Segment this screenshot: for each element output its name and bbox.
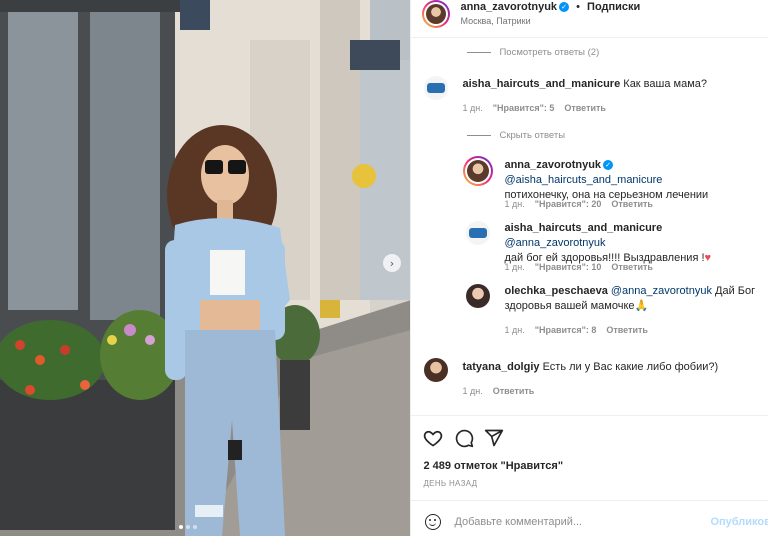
comment-likes[interactable]: "Нравится": 5: [493, 103, 555, 113]
comment-body: aisha_haircuts_and_manicure Как ваша мам…: [462, 77, 707, 92]
comment-username[interactable]: aisha_haircuts_and_manicure: [462, 78, 620, 90]
emoji-picker-icon[interactable]: [425, 514, 442, 530]
post-side-panel: anna_zavorotnyuk ✓ • Подписки Москва, Пат…: [410, 0, 768, 536]
author-username[interactable]: anna_zavorotnyuk: [460, 1, 557, 13]
post-date[interactable]: ДЕНЬ НАЗАД: [423, 479, 477, 488]
pray-emoji: 🙏: [634, 300, 649, 312]
comment-text: Как ваша мама?: [623, 78, 707, 90]
commenter-avatar[interactable]: [424, 76, 449, 100]
comment-bubble-icon[interactable]: [454, 428, 474, 448]
reply-avatar[interactable]: [466, 284, 491, 308]
reply-body: anna_zavorotnyuk ✓ @aisha_haircuts_and_ma…: [504, 158, 764, 203]
hide-replies-button[interactable]: Скрыть ответы: [467, 130, 565, 141]
author-avatar[interactable]: [422, 0, 451, 28]
reply-reply-button[interactable]: Ответить: [611, 199, 653, 209]
header-line: anna_zavorotnyuk ✓ • Подписки: [460, 1, 640, 13]
slide-dot: [186, 525, 190, 529]
reply-avatar[interactable]: [463, 156, 494, 186]
reply-mention[interactable]: @anna_zavorotnyuk: [504, 237, 605, 249]
comment-reply-button[interactable]: Ответить: [493, 386, 535, 396]
reply-time[interactable]: 1 дн.: [504, 325, 524, 335]
actions-divider: [411, 415, 768, 416]
slide-indicator: [179, 525, 197, 529]
reply-mention[interactable]: @aisha_haircuts_and_manicure: [504, 174, 662, 186]
separator: •: [576, 1, 580, 13]
reply-reply-button[interactable]: Ответить: [606, 325, 648, 335]
reply-username[interactable]: aisha_haircuts_and_manicure: [504, 222, 662, 234]
likes-count[interactable]: 2 489 отметок "Нравится": [423, 460, 563, 472]
reply-text-part1: Дай Бог: [715, 285, 756, 297]
hide-replies-label: Скрыть ответы: [499, 130, 566, 141]
reply-body: aisha_haircuts_and_manicure @anna_zavoro…: [504, 221, 764, 266]
comment-time[interactable]: 1 дн.: [462, 103, 482, 113]
comment-input[interactable]: Добавьте комментарий...: [454, 516, 582, 528]
publish-button[interactable]: Опубликов: [710, 516, 768, 528]
commenter-avatar[interactable]: [424, 358, 449, 382]
reply-username[interactable]: olechka_peschaeva: [504, 285, 607, 297]
location-link[interactable]: Москва, Патрики: [460, 16, 530, 26]
reply-likes[interactable]: "Нравится": 10: [535, 262, 602, 272]
post-photo[interactable]: ›: [0, 0, 411, 536]
slide-dot: [193, 525, 197, 529]
post-header: anna_zavorotnyuk ✓ • Подписки Москва, Пат…: [411, 0, 768, 36]
reply-likes[interactable]: "Нравится": 20: [535, 199, 602, 209]
slide-dot-active: [179, 525, 183, 529]
comment-body: tatyana_dolgiy Есть ли у Вас какие либо …: [462, 360, 718, 375]
view-replies-button[interactable]: Посмотреть ответы (2): [467, 47, 599, 58]
reply-meta: 1 дн. "Нравится": 20 Ответить: [504, 199, 652, 209]
comment-meta: 1 дн. "Нравится": 5 Ответить: [462, 103, 605, 113]
comment-meta: 1 дн. Ответить: [462, 386, 534, 396]
input-divider: [411, 500, 768, 501]
reply-text-part2: здоровья вашей мамочке: [504, 300, 635, 312]
photo-illustration: [0, 0, 411, 536]
reply-avatar[interactable]: [466, 221, 491, 245]
follow-button[interactable]: Подписки: [587, 1, 640, 13]
reply-meta: 1 дн. "Нравится": 10 Ответить: [504, 262, 652, 272]
comment-time[interactable]: 1 дн.: [462, 386, 482, 396]
like-heart-icon[interactable]: [423, 428, 443, 448]
reply-time[interactable]: 1 дн.: [504, 262, 524, 272]
dash-line: [467, 135, 492, 136]
reply-body: olechka_peschaeva @anna_zavorotnyuk Дай …: [504, 284, 764, 314]
verified-icon: ✓: [559, 2, 570, 13]
reply-reply-button[interactable]: Ответить: [611, 262, 653, 272]
reply-likes[interactable]: "Нравится": 8: [535, 325, 597, 335]
comment-reply-button[interactable]: Ответить: [564, 103, 606, 113]
dash-line: [467, 52, 492, 53]
comment-text: Есть ли у Вас какие либо фобии?): [542, 361, 719, 373]
reply-username[interactable]: anna_zavorotnyuk: [504, 159, 601, 171]
header-divider: [411, 37, 768, 38]
heart-emoji: ♥: [704, 252, 712, 264]
next-slide-button[interactable]: ›: [383, 254, 401, 272]
reply-meta: 1 дн. "Нравится": 8 Ответить: [504, 325, 647, 335]
reply-time[interactable]: 1 дн.: [504, 199, 524, 209]
reply-mention[interactable]: @anna_zavorotnyuk: [611, 285, 712, 297]
view-replies-label: Посмотреть ответы (2): [499, 47, 600, 58]
share-send-icon[interactable]: [484, 428, 504, 448]
verified-icon: ✓: [603, 160, 614, 171]
comment-username[interactable]: tatyana_dolgiy: [462, 361, 539, 373]
